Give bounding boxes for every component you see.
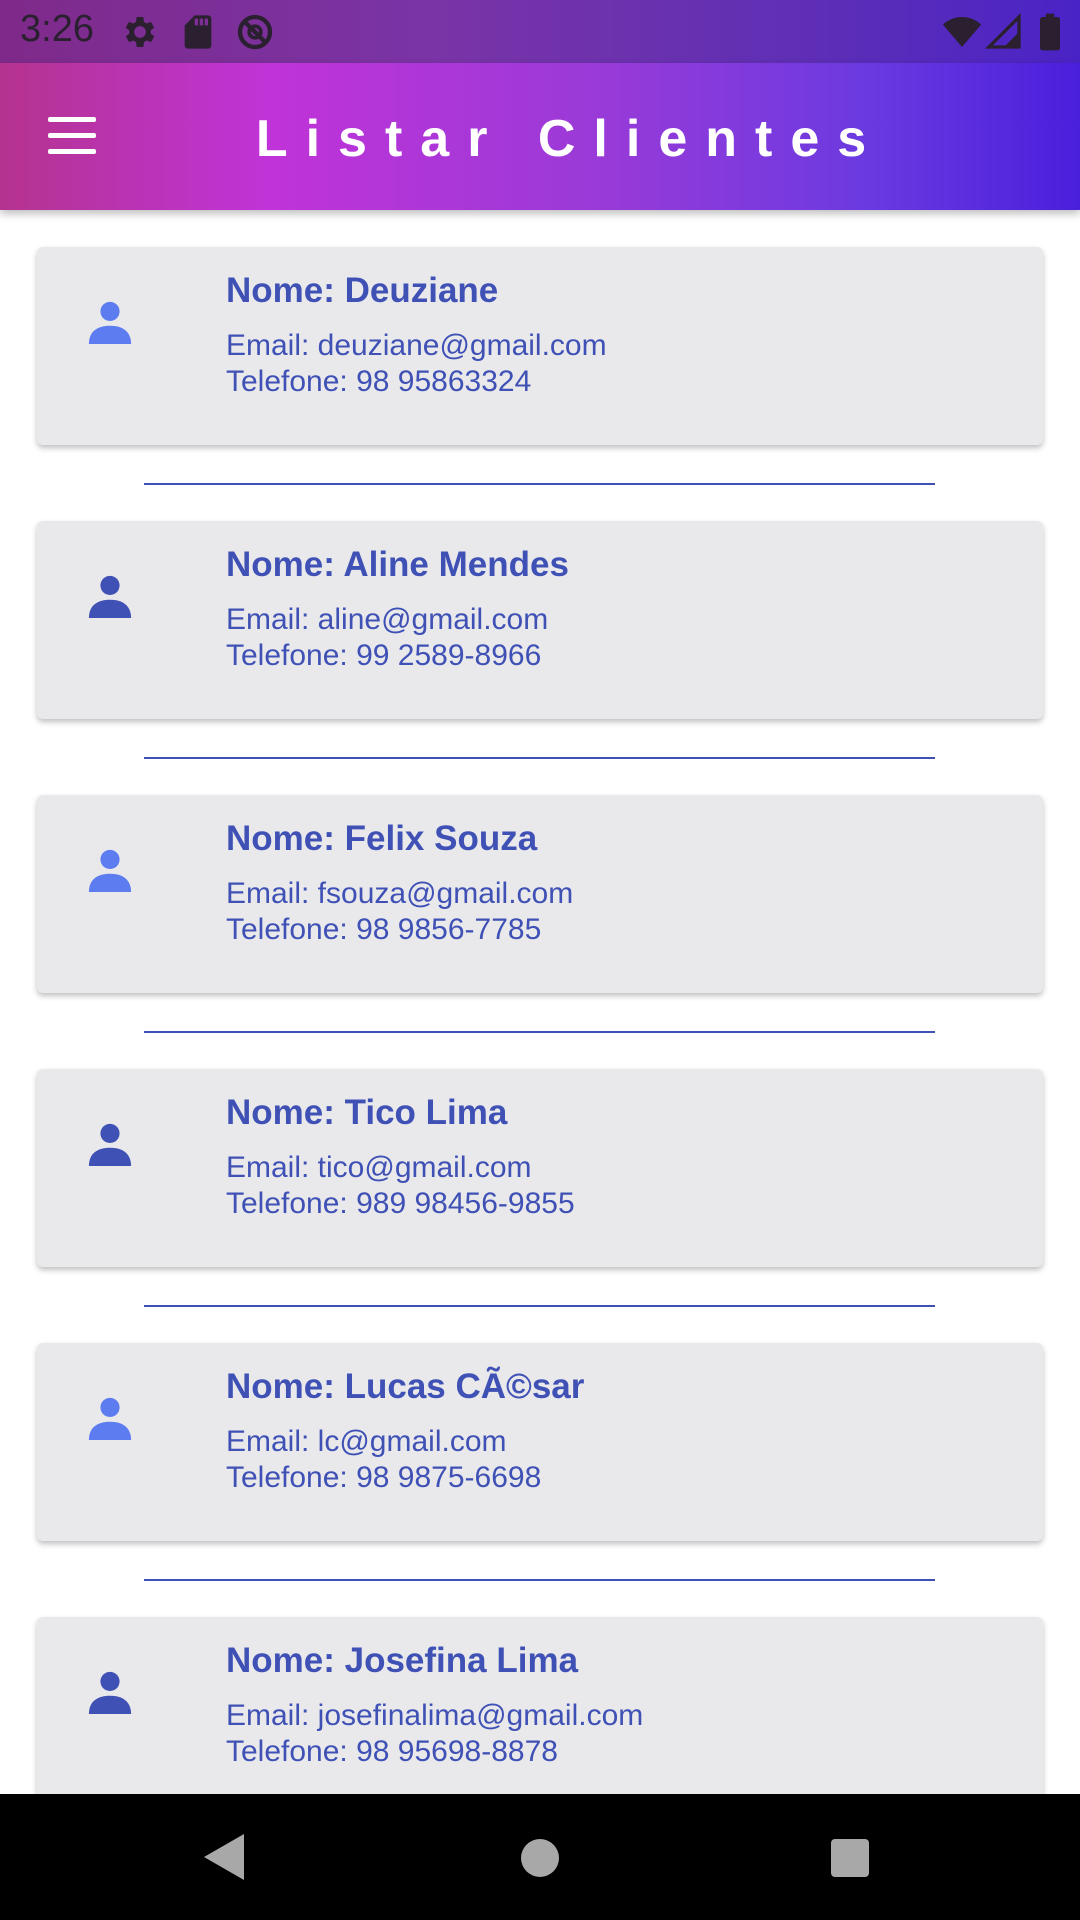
- page-title: Listar Clientes: [255, 110, 885, 168]
- back-icon[interactable]: [204, 1834, 244, 1880]
- client-card[interactable]: Nome: Josefina Lima Email: josefinalima@g…: [37, 1617, 1043, 1794]
- client-phone: Telefone: 98 95863324: [226, 365, 532, 398]
- client-email: Email: josefinalima@gmail.com: [226, 1699, 644, 1732]
- list-divider: [144, 1305, 935, 1307]
- client-name: Nome: Deuziane: [226, 271, 499, 310]
- client-email: Email: deuziane@gmail.com: [226, 329, 607, 362]
- recents-icon[interactable]: [831, 1839, 869, 1877]
- home-icon[interactable]: [521, 1839, 559, 1877]
- status-time: 3:26: [20, 8, 94, 50]
- client-card[interactable]: Nome: Deuziane Email: deuziane@gmail.com T…: [37, 247, 1043, 445]
- app-bar: Listar Clientes: [0, 63, 1080, 210]
- client-card[interactable]: Nome: Tico Lima Email: tico@gmail.com Tele…: [37, 1069, 1043, 1267]
- client-name: Nome: Josefina Lima: [226, 1641, 579, 1680]
- cell-signal-icon: [984, 12, 1021, 49]
- person-icon: [88, 1123, 132, 1166]
- client-name: Nome: Aline Mendes: [226, 545, 569, 584]
- list-divider: [144, 483, 935, 485]
- client-card[interactable]: Nome: Lucas CÃ©sar Email: lc@gmail.com Tel…: [37, 1343, 1043, 1541]
- client-phone: Telefone: 98 95698-8878: [226, 1735, 558, 1768]
- person-icon: [88, 301, 132, 344]
- list-divider: [144, 1579, 935, 1581]
- list-divider: [144, 1031, 935, 1033]
- client-name: Nome: Lucas CÃ©sar: [226, 1367, 585, 1406]
- client-email: Email: lc@gmail.com: [226, 1425, 507, 1458]
- client-phone: Telefone: 98 9875-6698: [226, 1461, 542, 1494]
- navigation-bar: [0, 1794, 1080, 1920]
- status-bar: 3:26: [0, 0, 1080, 63]
- client-card[interactable]: Nome: Aline Mendes Email: aline@gmail.com…: [37, 521, 1043, 719]
- person-icon: [88, 849, 132, 892]
- client-phone: Telefone: 989 98456-9855: [226, 1187, 575, 1220]
- wifi-icon: [942, 17, 982, 47]
- list-divider: [144, 757, 935, 759]
- person-icon: [88, 575, 132, 618]
- no-signal-circle-icon: [237, 14, 273, 50]
- battery-icon: [1040, 13, 1060, 51]
- client-name: Nome: Tico Lima: [226, 1093, 508, 1132]
- client-card[interactable]: Nome: Felix Souza Email: fsouza@gmail.com…: [37, 795, 1043, 993]
- client-phone: Telefone: 99 2589-8966: [226, 639, 542, 672]
- client-name: Nome: Felix Souza: [226, 819, 538, 858]
- person-icon: [88, 1397, 132, 1440]
- client-email: Email: tico@gmail.com: [226, 1151, 532, 1184]
- client-email: Email: aline@gmail.com: [226, 603, 549, 636]
- client-list[interactable]: Nome: Deuziane Email: deuziane@gmail.com T…: [0, 210, 1080, 1794]
- sd-card-icon: [184, 15, 212, 49]
- person-icon: [88, 1671, 132, 1714]
- client-email: Email: fsouza@gmail.com: [226, 877, 574, 910]
- settings-icon: [125, 17, 155, 47]
- client-phone: Telefone: 98 9856-7785: [226, 913, 542, 946]
